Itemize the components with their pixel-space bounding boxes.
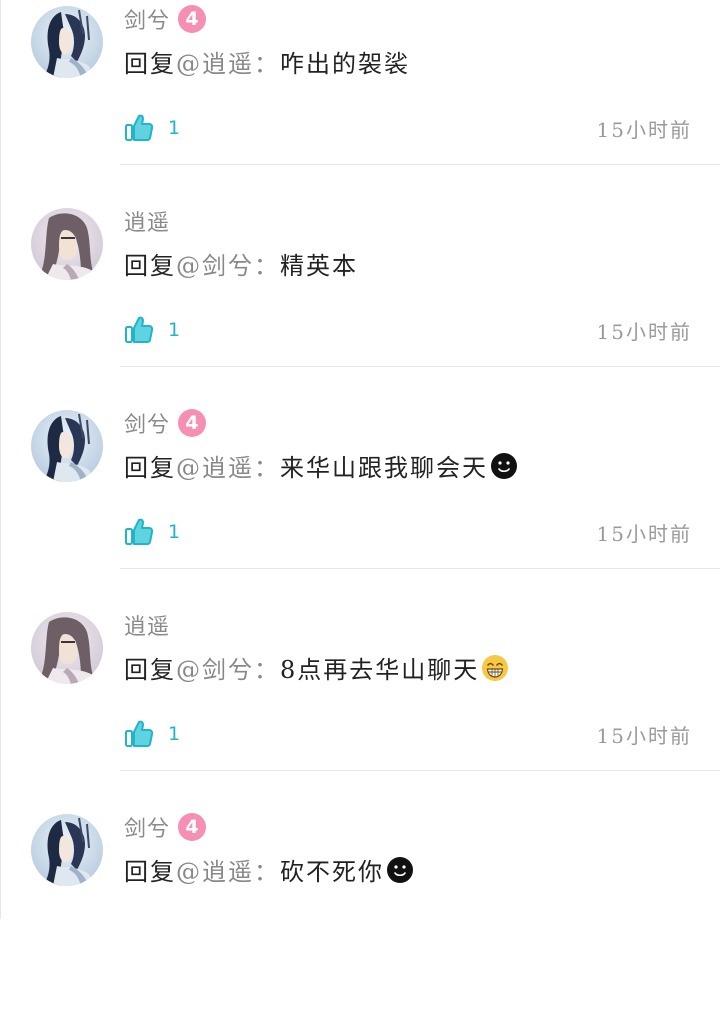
comment-actions: 1 15小时前 <box>124 716 692 752</box>
username-row: 剑兮 4 <box>124 2 207 36</box>
comment-list: 剑兮 4 回复 @逍遥： 咋出的袈裟 1 15小时前 逍遥 回复 @剑兮： 精英本 1 15小时前 <box>0 0 720 1010</box>
comment-body: 来华山跟我聊会天 <box>280 454 488 482</box>
comment-text: 回复 @剑兮： 8点再去华山聊天 <box>124 650 509 685</box>
reply-mention[interactable]: @逍遥： <box>176 448 280 483</box>
comment-text: 回复 @逍遥： 来华山跟我聊会天 <box>124 448 518 483</box>
timestamp: 15小时前 <box>596 117 692 142</box>
username-row: 剑兮 4 <box>124 406 207 440</box>
user-avatar[interactable] <box>31 208 103 280</box>
user-avatar[interactable] <box>31 612 103 684</box>
grin-emoji <box>479 654 509 682</box>
user-avatar[interactable] <box>31 6 103 78</box>
reply-prefix: 回复 <box>124 50 176 78</box>
comment-actions: 1 15小时前 <box>124 514 692 550</box>
comment-item: 剑兮 4 回复 @逍遥： 咋出的袈裟 1 15小时前 <box>0 0 720 202</box>
divider <box>120 366 720 367</box>
comment-item: 剑兮 4 回复 @逍遥： 来华山跟我聊会天 1 15小时前 <box>0 404 720 606</box>
reply-mention[interactable]: @逍遥： <box>176 44 280 79</box>
like-button[interactable]: 1 <box>124 315 180 345</box>
comment-text: 回复 @剑兮： 精英本 <box>124 246 358 281</box>
dark-smile-emoji <box>488 452 518 480</box>
user-avatar[interactable] <box>31 410 103 482</box>
comment-body: 砍不死你 <box>280 858 384 886</box>
comment-actions: 1 15小时前 <box>124 312 692 348</box>
comment-text: 回复 @逍遥： 砍不死你 <box>124 852 414 887</box>
reply-mention[interactable]: @逍遥： <box>176 852 280 887</box>
comment-actions: 1 15小时前 <box>124 110 692 146</box>
username-row: 逍遥 <box>124 204 170 238</box>
comment-item: 逍遥回复 @剑兮： 精英本 1 15小时前 <box>0 202 720 404</box>
divider <box>120 770 720 771</box>
username[interactable]: 剑兮 <box>124 811 170 843</box>
thumbs-up-icon[interactable] <box>124 517 154 547</box>
username-row: 剑兮 4 <box>124 810 207 844</box>
comment-body: 精英本 <box>280 252 358 280</box>
username[interactable]: 逍遥 <box>124 609 170 641</box>
comment-item: 剑兮 4 回复 @逍遥： 砍不死你 <box>0 808 720 1010</box>
like-button[interactable]: 1 <box>124 517 180 547</box>
timestamp: 15小时前 <box>596 319 692 344</box>
timestamp: 15小时前 <box>596 723 692 748</box>
like-count: 1 <box>168 117 181 139</box>
like-button[interactable]: 1 <box>124 113 180 143</box>
user-avatar[interactable] <box>31 814 103 886</box>
reply-prefix: 回复 <box>124 656 176 684</box>
reply-mention[interactable]: @剑兮： <box>176 246 280 281</box>
divider <box>120 164 720 165</box>
reply-mention[interactable]: @剑兮： <box>176 650 280 685</box>
thumbs-up-icon[interactable] <box>124 113 154 143</box>
level-badge: 4 <box>178 409 207 437</box>
username[interactable]: 剑兮 <box>124 407 170 439</box>
thumbs-up-icon[interactable] <box>124 719 154 749</box>
like-count: 1 <box>168 723 181 745</box>
like-count: 1 <box>168 521 181 543</box>
username-row: 逍遥 <box>124 608 170 642</box>
reply-prefix: 回复 <box>124 858 176 886</box>
level-badge: 4 <box>178 5 207 33</box>
comment-body: 8点再去华山聊天 <box>280 656 480 684</box>
username[interactable]: 剑兮 <box>124 3 170 35</box>
level-badge: 4 <box>178 813 207 841</box>
comment-body: 咋出的袈裟 <box>280 50 410 78</box>
username[interactable]: 逍遥 <box>124 205 170 237</box>
comment-text: 回复 @逍遥： 咋出的袈裟 <box>124 44 410 79</box>
like-count: 1 <box>168 319 181 341</box>
reply-prefix: 回复 <box>124 454 176 482</box>
comment-item: 逍遥回复 @剑兮： 8点再去华山聊天 1 15小时前 <box>0 606 720 808</box>
reply-prefix: 回复 <box>124 252 176 280</box>
divider <box>120 568 720 569</box>
dark-smile-emoji <box>384 856 414 884</box>
thumbs-up-icon[interactable] <box>124 315 154 345</box>
like-button[interactable]: 1 <box>124 719 180 749</box>
timestamp: 15小时前 <box>596 521 692 546</box>
